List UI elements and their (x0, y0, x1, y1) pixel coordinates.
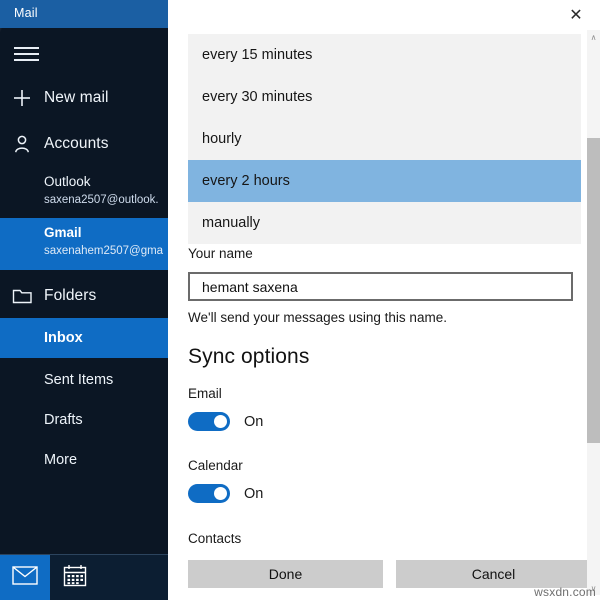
watermark: wsxdn.com (534, 585, 596, 599)
sidebar-item-more[interactable]: More (0, 440, 168, 480)
dialog-scrollbar[interactable]: ∧ ∨ (587, 30, 600, 595)
sync-frequency-dropdown[interactable]: every 15 minutes every 30 minutes hourly… (188, 34, 581, 244)
sidebar-item-more-label: More (44, 452, 78, 468)
toggle-knob (214, 415, 227, 428)
person-icon (0, 134, 44, 154)
folder-icon (0, 287, 44, 305)
sidebar-item-new-mail-label: New mail (44, 89, 109, 106)
calendar-sync-toggle-row[interactable]: On (188, 484, 263, 503)
account-email: saxenahem2507@gma (44, 245, 164, 257)
dropdown-option-hourly[interactable]: hourly (188, 118, 581, 160)
account-item-gmail[interactable]: Gmail saxenahem2507@gma (0, 218, 168, 270)
close-icon[interactable]: ✕ (561, 3, 591, 29)
your-name-input[interactable] (188, 272, 573, 301)
sidebar-item-drafts[interactable]: Drafts (0, 400, 168, 440)
email-sync-label: Email (188, 386, 222, 401)
sidebar-item-sent-items-label: Sent Items (44, 372, 114, 388)
scrollbar-thumb[interactable] (587, 138, 600, 443)
plus-icon (0, 88, 44, 108)
sidebar-item-inbox-label: Inbox (44, 330, 83, 346)
calendar-sync-label: Calendar (188, 458, 243, 473)
scroll-up-icon[interactable]: ∧ (587, 30, 600, 44)
account-settings-dialog: ✕ every 15 minutes every 30 minutes hour… (168, 0, 600, 600)
sync-options-title: Sync options (188, 345, 310, 368)
mail-window: Mail New mail Accounts Outlook saxena250… (0, 0, 168, 600)
app-switcher-bar (0, 554, 168, 600)
dropdown-option-every-30-minutes[interactable]: every 30 minutes (188, 76, 581, 118)
cancel-button[interactable]: Cancel (396, 560, 591, 588)
account-name: Outlook (44, 174, 91, 189)
app-root: Mail New mail Accounts Outlook saxena250… (0, 0, 600, 600)
window-title: Mail (14, 6, 38, 20)
sidebar-item-accounts[interactable]: Accounts (0, 124, 168, 164)
window-titlebar: Mail (0, 0, 168, 28)
sidebar-item-accounts-label: Accounts (44, 135, 109, 152)
sidebar-item-sent-items[interactable]: Sent Items (0, 360, 168, 400)
calendar-switch-button[interactable] (50, 555, 100, 600)
your-name-label: Your name (188, 246, 253, 261)
sidebar-item-new-mail[interactable]: New mail (0, 78, 168, 118)
sidebar: New mail Accounts Outlook saxena2507@out… (0, 28, 168, 600)
calendar-icon (63, 564, 87, 592)
email-sync-toggle[interactable] (188, 412, 230, 431)
email-sync-state: On (244, 413, 264, 430)
sidebar-item-folders[interactable]: Folders (0, 276, 168, 316)
toggle-knob (214, 487, 227, 500)
sidebar-item-inbox[interactable]: Inbox (0, 318, 168, 358)
done-button[interactable]: Done (188, 560, 383, 588)
dropdown-option-manually[interactable]: manually (188, 202, 581, 244)
dropdown-option-every-2-hours[interactable]: every 2 hours (188, 160, 581, 202)
contacts-sync-label: Contacts (188, 531, 242, 546)
mail-switch-button[interactable] (0, 555, 50, 600)
calendar-sync-state: On (244, 485, 264, 502)
calendar-sync-toggle[interactable] (188, 484, 230, 503)
account-email: saxena2507@outlook. (44, 194, 159, 206)
sidebar-item-drafts-label: Drafts (44, 412, 83, 428)
your-name-helper-text: We'll send your messages using this name… (188, 310, 447, 325)
sidebar-item-folders-label: Folders (44, 287, 97, 304)
hamburger-icon[interactable] (10, 38, 44, 68)
account-item-outlook[interactable]: Outlook saxena2507@outlook. (0, 168, 168, 218)
dropdown-option-every-15-minutes[interactable]: every 15 minutes (188, 34, 581, 76)
email-sync-toggle-row[interactable]: On (188, 412, 263, 431)
account-name: Gmail (44, 225, 82, 240)
mail-icon (12, 565, 38, 590)
